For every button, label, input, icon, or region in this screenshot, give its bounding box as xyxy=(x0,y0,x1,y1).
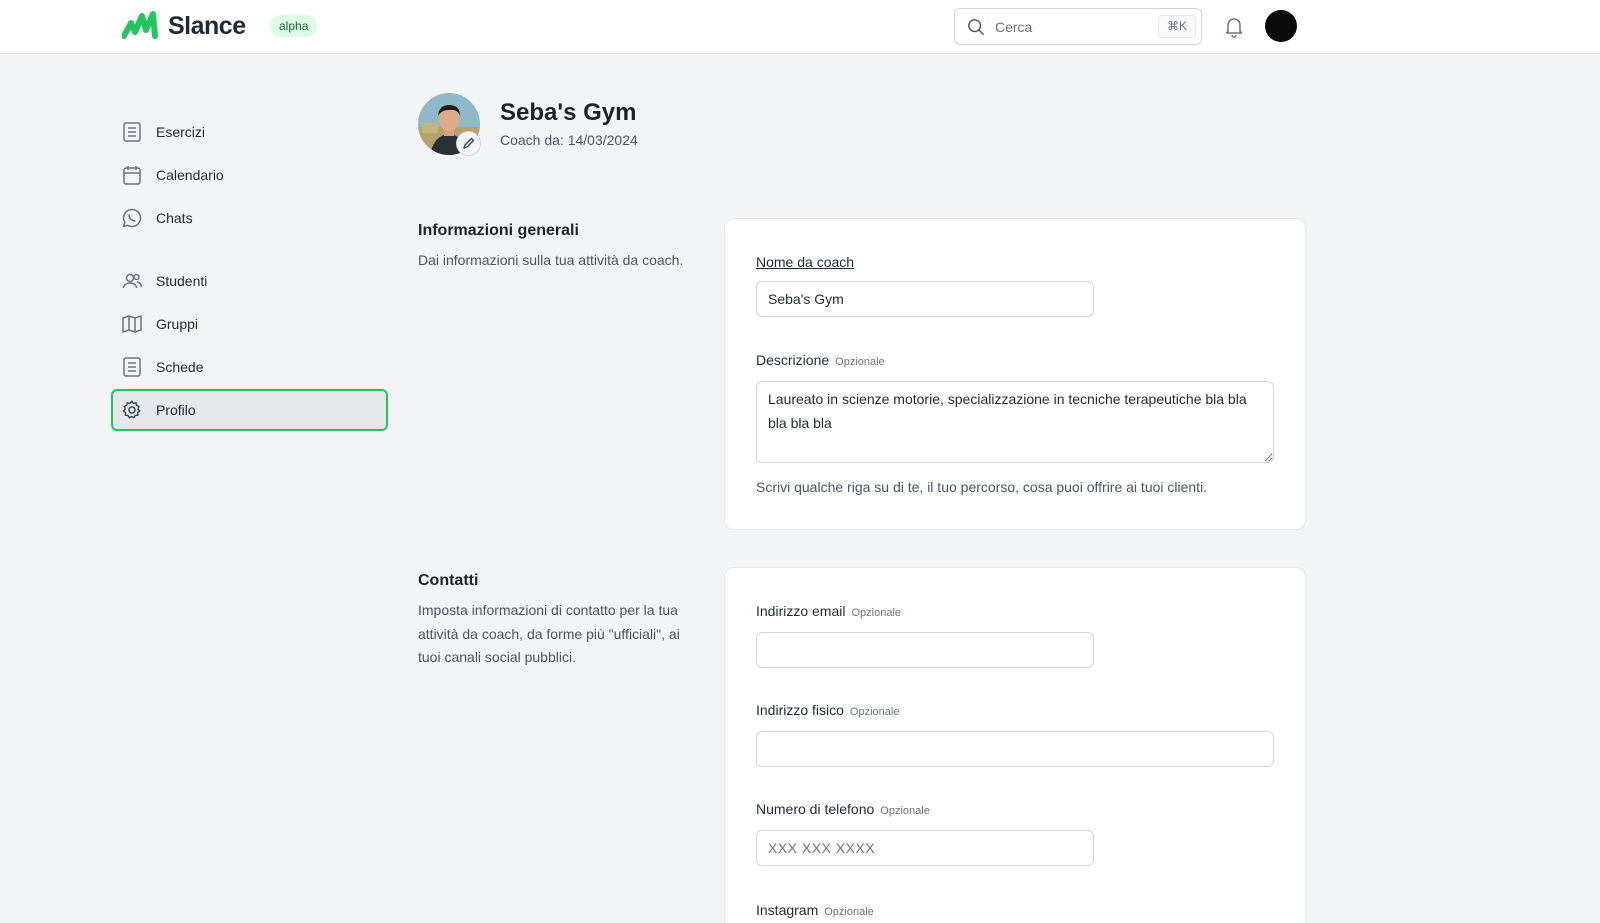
users-icon xyxy=(122,273,142,289)
section-description-contacts: Imposta informazioni di contatto per la … xyxy=(418,602,680,665)
sidebar-item-label: Schede xyxy=(156,359,204,375)
phone-input[interactable] xyxy=(756,830,1094,866)
document-list-icon xyxy=(123,357,141,377)
app-name: Slance xyxy=(168,11,246,40)
profile-name: Seba's Gym xyxy=(500,99,637,126)
search-shortcut: ⌘K xyxy=(1157,15,1196,38)
instagram-label: Instagram Opzionale xyxy=(756,902,874,918)
phone-label: Numero di telefono Opzionale xyxy=(756,801,930,817)
description-label-text: Descrizione xyxy=(756,352,830,368)
coach-name-label: Nome da coach xyxy=(756,254,855,270)
sidebar-item-gruppi[interactable]: Gruppi xyxy=(111,303,388,345)
description-label: Descrizione Opzionale xyxy=(756,352,885,368)
user-avatar[interactable] xyxy=(1265,10,1297,42)
map-icon xyxy=(122,315,142,333)
optional-tag: Opzionale xyxy=(824,906,874,918)
sidebar-item-studenti[interactable]: Studenti xyxy=(111,260,388,302)
email-input[interactable] xyxy=(756,632,1094,668)
contacts-card: Indirizzo email Opzionale Indirizzo fisic… xyxy=(724,567,1306,923)
optional-tag: Opzionale xyxy=(880,805,930,817)
section-description-general: Dai informazioni sulla tua attività da c… xyxy=(418,252,684,268)
address-input[interactable] xyxy=(756,731,1274,767)
chat-icon xyxy=(122,208,142,228)
optional-tag: Opzionale xyxy=(835,356,885,368)
description-hint: Scrivi qualche riga su di te, il tuo per… xyxy=(756,479,1208,495)
search-box[interactable]: ⌘K xyxy=(954,8,1202,45)
instagram-label-text: Instagram xyxy=(756,902,819,918)
optional-tag: Opzionale xyxy=(849,706,900,718)
sidebar-item-label: Studenti xyxy=(156,273,208,289)
search-icon xyxy=(968,19,984,35)
app-logo[interactable]: Slance xyxy=(122,10,246,42)
logo-mark-icon xyxy=(122,11,158,39)
coach-name-input[interactable] xyxy=(756,281,1094,317)
sidebar-item-schede[interactable]: Schede xyxy=(111,346,388,388)
general-info-card: Nome da coach Descrizione Opzionale Laure… xyxy=(724,218,1306,530)
address-label: Indirizzo fisico Opzionale xyxy=(756,702,899,718)
sidebar-item-label: Calendario xyxy=(156,167,224,183)
document-list-icon xyxy=(123,122,141,142)
search-input[interactable] xyxy=(995,9,1145,44)
calendar-icon xyxy=(123,166,141,185)
avatar-edit-button[interactable] xyxy=(456,131,481,156)
sidebar-item-label: Esercizi xyxy=(156,124,206,140)
alpha-badge: alpha xyxy=(270,15,318,37)
sidebar-item-calendario[interactable]: Calendario xyxy=(111,154,388,196)
bell-icon[interactable] xyxy=(1222,14,1246,38)
sidebar-item-label: Profilo xyxy=(156,402,196,418)
coach-since: Coach da: 14/03/2024 xyxy=(500,132,638,148)
description-textarea[interactable]: Laureato in scienze motorie, specializza… xyxy=(756,381,1274,463)
top-bar: Slance alpha ⌘K xyxy=(0,0,1600,54)
optional-tag: Opzionale xyxy=(851,607,902,619)
address-label-text: Indirizzo fisico xyxy=(756,702,844,718)
sidebar-item-label: Gruppi xyxy=(156,316,199,332)
email-label: Indirizzo email Opzionale xyxy=(756,603,901,619)
pencil-icon xyxy=(463,137,475,149)
sidebar-item-chats[interactable]: Chats xyxy=(111,197,388,239)
sidebar-item-esercizi[interactable]: Esercizi xyxy=(111,111,388,153)
sidebar-item-label: Chats xyxy=(156,210,193,226)
sidebar-item-profilo[interactable]: Profilo xyxy=(111,389,388,431)
phone-label-text: Numero di telefono xyxy=(756,801,875,817)
email-label-text: Indirizzo email xyxy=(756,603,846,619)
section-title-general: Informazioni generali xyxy=(418,222,579,239)
section-title-contacts: Contatti xyxy=(418,572,479,589)
gear-icon xyxy=(122,400,141,419)
